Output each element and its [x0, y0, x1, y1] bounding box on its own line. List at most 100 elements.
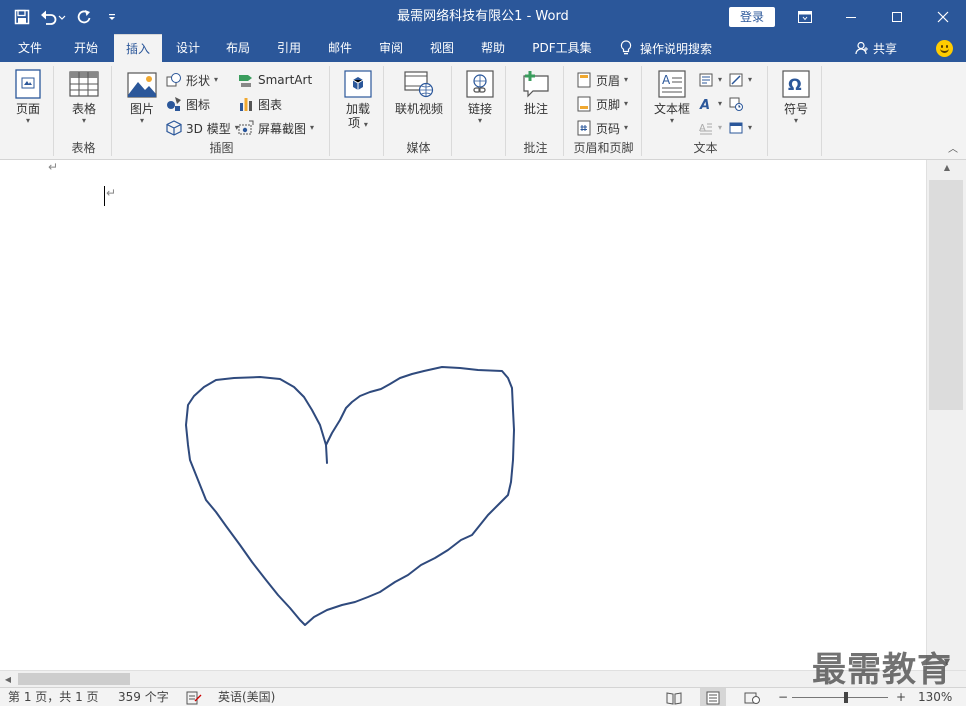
footer-icon	[576, 96, 592, 112]
status-word-count[interactable]: 359 个字	[118, 688, 169, 706]
tab-pdf-tools[interactable]: PDF工具集	[524, 34, 600, 62]
header-button[interactable]: 页眉 ▾	[576, 70, 628, 90]
date-time-button[interactable]	[728, 94, 744, 114]
proofing-icon[interactable]	[186, 688, 202, 706]
read-mode-icon[interactable]	[666, 688, 682, 706]
zoom-out-button[interactable]: −	[778, 688, 788, 706]
window-controls	[782, 0, 966, 34]
feedback-smiley-icon[interactable]	[936, 40, 953, 57]
vertical-scroll-thumb[interactable]	[929, 180, 963, 410]
drop-cap-button[interactable]: A ▾	[698, 118, 722, 138]
login-button[interactable]: 登录	[729, 7, 775, 27]
minimize-icon[interactable]	[828, 0, 874, 34]
tab-file[interactable]: 文件	[8, 34, 52, 62]
print-layout-icon[interactable]	[700, 688, 726, 706]
table-button[interactable]: 表格 ▾	[62, 66, 106, 126]
redo-icon[interactable]	[72, 5, 96, 29]
smartart-button[interactable]: SmartArt	[238, 70, 312, 90]
group-label-header-footer: 页眉和页脚	[573, 141, 634, 155]
3d-model-label: 3D 模型	[186, 121, 231, 136]
object-button[interactable]: ▾	[728, 118, 752, 138]
links-button[interactable]: 链接 ▾	[460, 66, 500, 126]
comment-button[interactable]: 批注	[516, 66, 556, 116]
addins-button[interactable]: 加载项 ▾	[338, 66, 378, 130]
customize-qat-icon[interactable]	[100, 5, 124, 29]
picture-button[interactable]: 图片 ▾	[122, 66, 162, 126]
screenshot-icon	[238, 120, 254, 136]
3d-model-button[interactable]: 3D 模型 ▾	[166, 118, 239, 138]
smartart-label: SmartArt	[258, 73, 313, 87]
status-language[interactable]: 英语(美国)	[218, 688, 275, 706]
chart-button[interactable]: 图表	[238, 94, 282, 114]
comment-label: 批注	[523, 102, 548, 116]
new-comment-icon	[520, 68, 552, 100]
svg-text:A: A	[699, 98, 710, 111]
chevron-down-icon: ▾	[624, 123, 629, 132]
status-page-count[interactable]: 第 1 页，共 1 页	[8, 688, 99, 706]
icons-button[interactable]: 图标	[166, 94, 210, 114]
vertical-scrollbar[interactable]: ▲ ▼	[926, 160, 966, 670]
tab-view[interactable]: 视图	[418, 34, 466, 62]
scroll-left-icon[interactable]: ◀	[0, 671, 16, 688]
scroll-up-icon[interactable]: ▲	[927, 160, 966, 176]
chevron-down-icon: ▾	[81, 116, 86, 125]
quick-parts-button[interactable]: ▾	[698, 70, 722, 90]
paragraph-mark: ↵	[48, 160, 59, 174]
zoom-slider[interactable]	[792, 697, 888, 698]
drop-cap-icon: A	[698, 120, 714, 136]
tell-me-label: 操作说明搜索	[640, 41, 713, 56]
group-table: 表格 ▾ 表格	[56, 66, 112, 156]
close-icon[interactable]	[920, 0, 966, 34]
bar-chart-icon	[238, 96, 254, 112]
signature-line-button[interactable]: ▾	[728, 70, 752, 90]
pages-button[interactable]: 页面 ▾	[8, 66, 48, 126]
tell-me-search[interactable]: 操作说明搜索	[620, 34, 712, 62]
tab-references[interactable]: 引用	[264, 34, 314, 62]
tab-review[interactable]: 审阅	[366, 34, 416, 62]
wordart-button[interactable]: A ▾	[698, 94, 722, 114]
horizontal-scroll-thumb[interactable]	[18, 673, 130, 685]
signature-icon	[728, 72, 744, 88]
group-label-table: 表格	[71, 141, 96, 155]
zoom-in-button[interactable]: +	[896, 688, 906, 706]
textbox-icon: A	[656, 68, 688, 100]
zoom-slider-thumb[interactable]	[844, 692, 848, 703]
share-label: 共享	[873, 41, 898, 56]
ribbon-display-options-icon[interactable]	[782, 0, 828, 34]
addins-label: 加载项 ▾	[346, 102, 370, 130]
tab-help[interactable]: 帮助	[468, 34, 518, 62]
online-video-button[interactable]: 联机视频	[390, 66, 448, 116]
share-button[interactable]: 共享	[855, 34, 897, 62]
chevron-down-icon: ▾	[748, 75, 753, 84]
collapse-ribbon-icon[interactable]: ︿	[948, 140, 958, 155]
footer-button[interactable]: 页脚 ▾	[576, 94, 628, 114]
save-icon[interactable]	[10, 5, 34, 29]
group-header-footer: 页眉 ▾ 页脚 ▾ 页码 ▾ 页眉和页脚	[566, 66, 642, 156]
symbol-button[interactable]: Ω 符号 ▾	[776, 66, 816, 126]
chevron-down-icon: ▾	[363, 120, 368, 129]
heart-ink-stroke	[185, 366, 515, 626]
tab-layout[interactable]: 布局	[214, 34, 262, 62]
chevron-down-icon: ▾	[718, 123, 723, 132]
textbox-button[interactable]: A 文本框 ▾	[650, 66, 694, 126]
chevron-down-icon: ▾	[793, 116, 798, 125]
document-canvas[interactable]: ↵ ↵	[0, 160, 926, 670]
watermark: 最需教育	[812, 650, 952, 690]
tab-home[interactable]: 开始	[62, 34, 110, 62]
text-cursor	[104, 186, 105, 206]
screenshot-button[interactable]: 屏幕截图 ▾	[238, 118, 314, 138]
page-number-button[interactable]: 页码 ▾	[576, 118, 628, 138]
ribbon-tabs: 文件 开始 插入 设计 布局 引用 邮件 审阅 视图 帮助 PDF工具集 操作说…	[0, 34, 966, 62]
tab-insert[interactable]: 插入	[114, 34, 162, 62]
maximize-icon[interactable]	[874, 0, 920, 34]
tab-mailings[interactable]: 邮件	[316, 34, 364, 62]
undo-icon[interactable]	[38, 5, 68, 29]
web-layout-icon[interactable]	[744, 688, 760, 706]
zoom-level[interactable]: 130%	[918, 688, 952, 706]
addins-label-line1: 加载	[345, 102, 370, 116]
tab-design[interactable]: 设计	[164, 34, 212, 62]
omega-icon: Ω	[780, 68, 812, 100]
shapes-button[interactable]: 形状 ▾	[166, 70, 218, 90]
heart-ink-drawing[interactable]	[180, 260, 520, 630]
link-icon	[464, 68, 496, 100]
